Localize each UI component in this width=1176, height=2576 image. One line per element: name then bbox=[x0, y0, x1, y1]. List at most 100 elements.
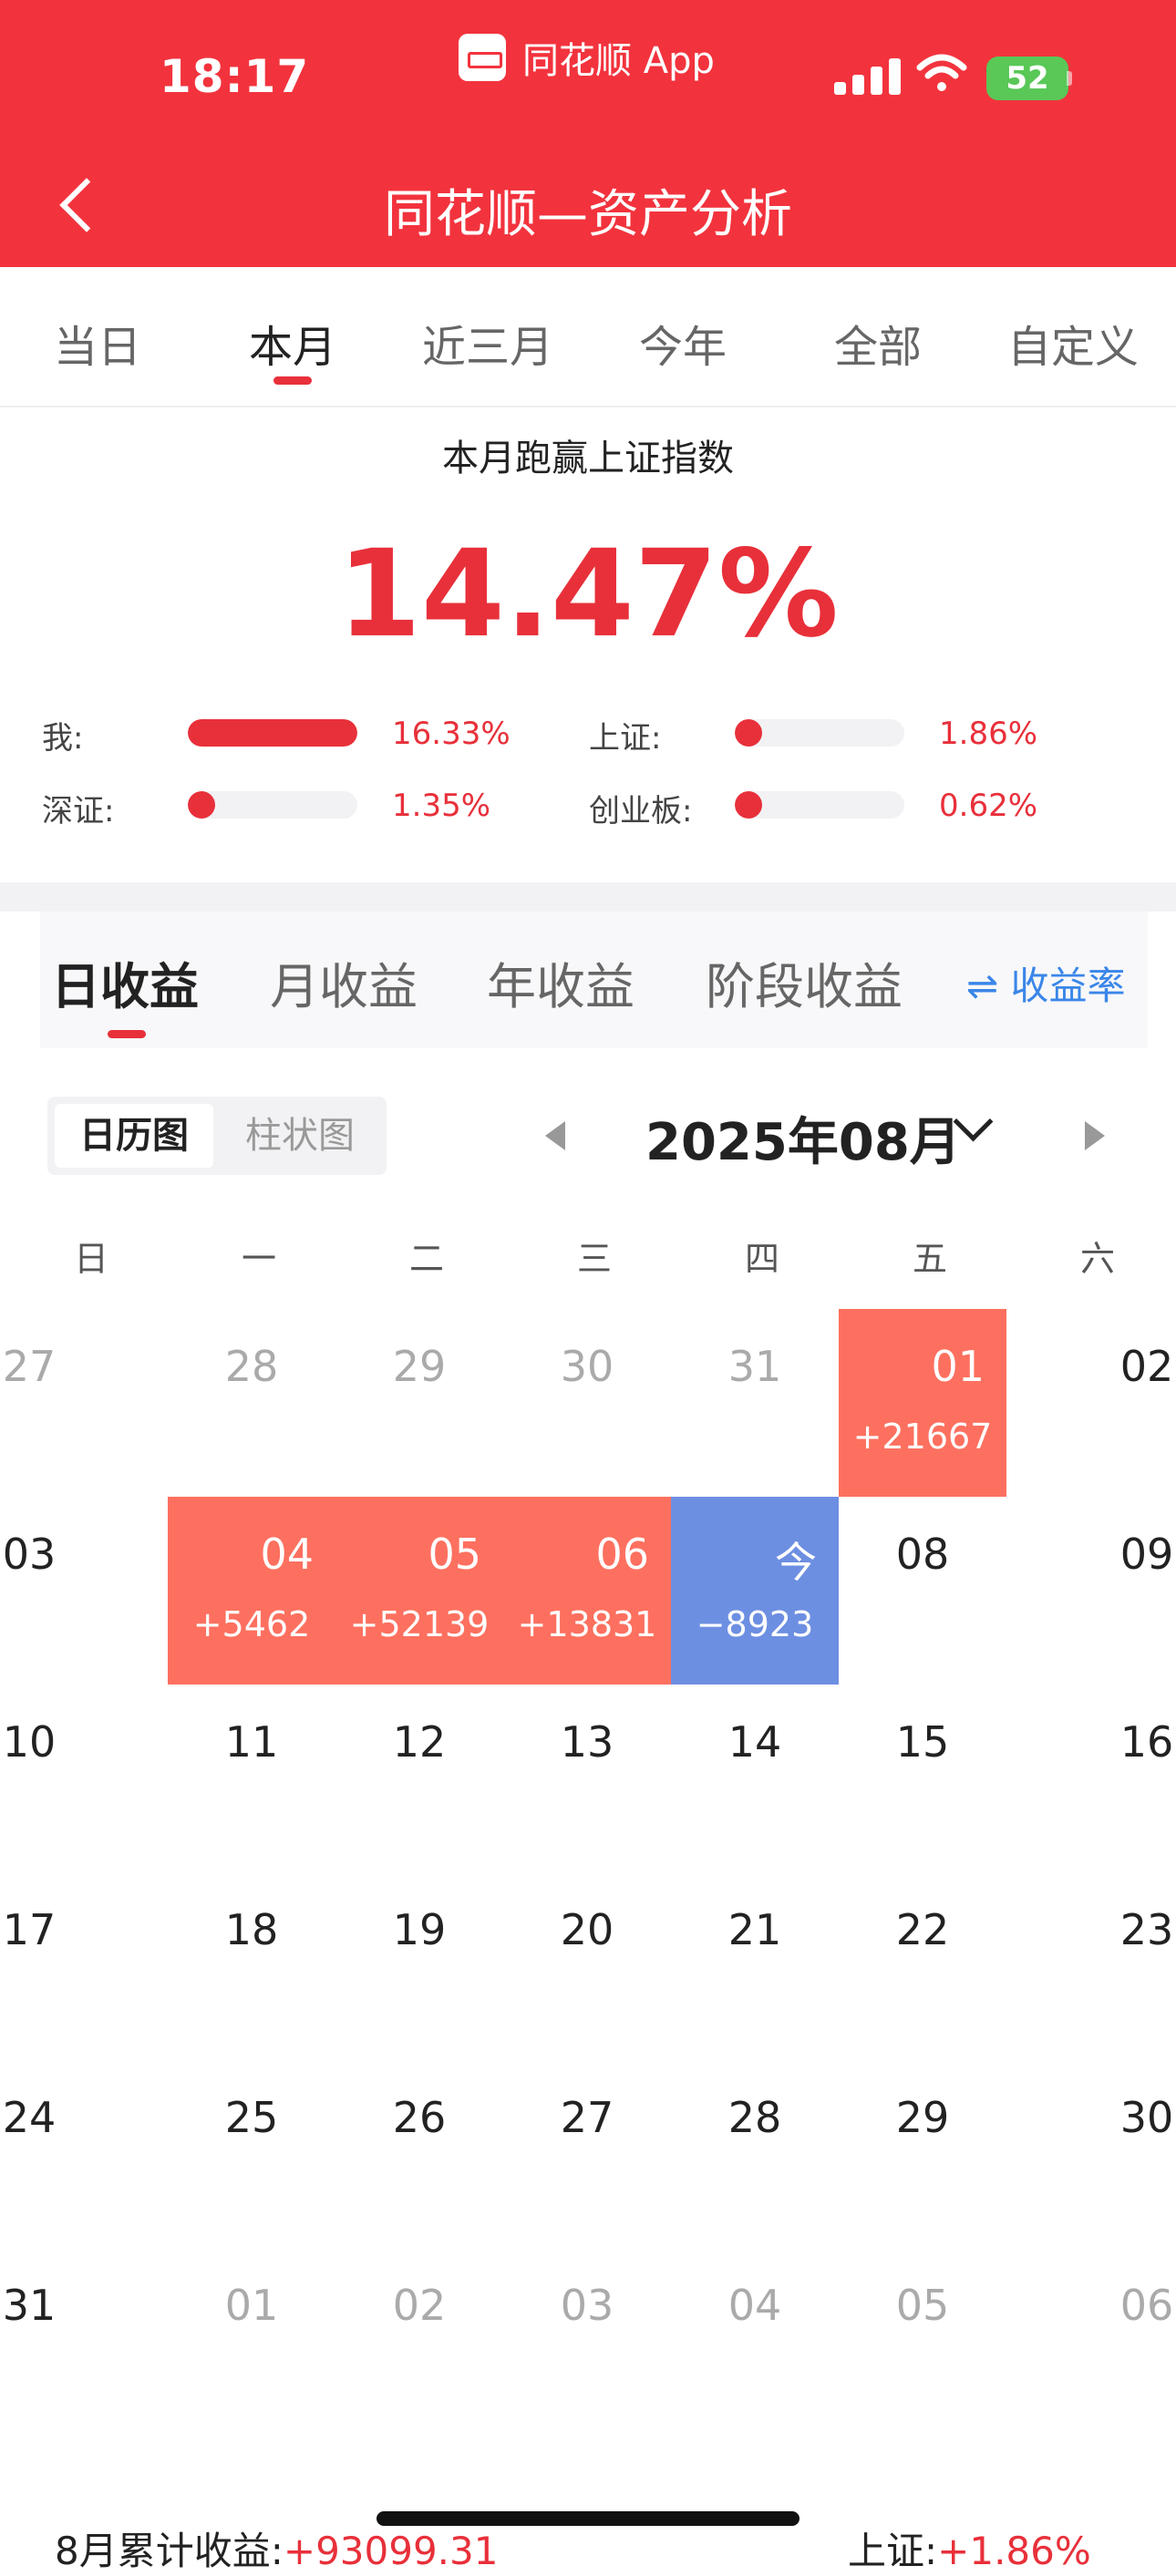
day-number: 05 bbox=[895, 2281, 950, 2330]
bar-value-me: 16.33% bbox=[392, 716, 511, 752]
calendar-day-cell[interactable]: 04 bbox=[671, 2248, 839, 2436]
bar-track-sse bbox=[735, 719, 904, 747]
day-income: −8923 bbox=[696, 1604, 814, 1644]
calendar-day-cell[interactable]: 08 bbox=[839, 1497, 1006, 1685]
day-number: 01 bbox=[931, 1342, 985, 1391]
day-number: 19 bbox=[392, 1905, 447, 1954]
calendar-view-button[interactable]: 日历图 bbox=[55, 1104, 213, 1168]
tab-this-year[interactable]: 今年 bbox=[585, 311, 780, 375]
bar-value-szse: 1.35% bbox=[392, 788, 491, 824]
day-number: 21 bbox=[727, 1905, 782, 1954]
bar-label-sse: 上证: bbox=[589, 720, 662, 757]
calendar-day-cell[interactable]: 30 bbox=[1008, 2060, 1176, 2248]
tab-today[interactable]: 当日 bbox=[0, 311, 195, 375]
bar-fill-me bbox=[188, 719, 357, 747]
calendar-day-cell[interactable]: 29 bbox=[335, 1309, 503, 1497]
day-number: 08 bbox=[895, 1530, 950, 1579]
calendar-day-cell[interactable]: 14 bbox=[671, 1685, 839, 1872]
day-number: 11 bbox=[224, 1717, 279, 1767]
calendar-day-cell[interactable]: 今 −8923 bbox=[671, 1497, 839, 1685]
page-title: 同花顺—资产分析 bbox=[384, 185, 792, 244]
day-number: 29 bbox=[392, 1342, 447, 1391]
calendar-day-cell[interactable]: 29 bbox=[839, 2060, 1006, 2248]
bar-fill-sse bbox=[735, 719, 762, 747]
calendar-day-cell[interactable]: 05 bbox=[839, 2248, 1006, 2436]
bar-label-me: 我: bbox=[42, 720, 84, 757]
bar-value-sse: 1.86% bbox=[939, 716, 1038, 752]
calendar-day-cell[interactable]: 26 bbox=[335, 2060, 503, 2248]
tab-custom[interactable]: 自定义 bbox=[975, 311, 1171, 375]
calendar-day-cell[interactable]: 27 bbox=[503, 2060, 671, 2248]
day-number: 26 bbox=[392, 2093, 447, 2142]
calendar-day-cell[interactable]: 09 bbox=[1008, 1497, 1176, 1685]
calendar-day-cell[interactable]: 21 bbox=[671, 1872, 839, 2060]
calendar-day-cell[interactable]: 28 bbox=[168, 1309, 335, 1497]
calendar-day-cell[interactable]: 28 bbox=[671, 2060, 839, 2248]
calendar-day-cell[interactable]: 18 bbox=[168, 1872, 335, 2060]
calendar-day-cell[interactable]: 13 bbox=[503, 1685, 671, 1872]
calendar-day-cell[interactable]: 22 bbox=[839, 1872, 1006, 2060]
calendar-day-cell[interactable]: 15 bbox=[839, 1685, 1006, 1872]
view-toggle: 日历图 柱状图 bbox=[47, 1097, 387, 1175]
tab-all[interactable]: 全部 bbox=[780, 311, 975, 375]
day-number: 30 bbox=[560, 1342, 614, 1391]
tab-three-months[interactable]: 近三月 bbox=[390, 311, 585, 375]
calendar-day-cell[interactable]: 03 bbox=[503, 2248, 671, 2436]
tab-period-income[interactable]: 阶段收益 bbox=[706, 946, 903, 1018]
tab-yearly-income[interactable]: 年收益 bbox=[487, 946, 634, 1018]
day-number: 04 bbox=[727, 2281, 782, 2330]
calendar-day-cell[interactable]: 27 bbox=[0, 1309, 168, 1497]
tab-this-month[interactable]: 本月 bbox=[195, 311, 390, 375]
app-logo-icon bbox=[459, 34, 506, 81]
day-number: 14 bbox=[727, 1717, 782, 1767]
weekday-label: 日 bbox=[73, 1239, 108, 1279]
day-number: 04 bbox=[260, 1530, 314, 1579]
calendar-day-cell[interactable]: 20 bbox=[503, 1872, 671, 2060]
wifi-icon bbox=[916, 54, 967, 91]
calendar-day-cell[interactable]: 06 bbox=[1008, 2248, 1176, 2436]
calendar-day-cell[interactable]: 11 bbox=[168, 1685, 335, 1872]
calendar-day-cell[interactable]: 03 bbox=[0, 1497, 168, 1685]
weekday-label: 六 bbox=[1079, 1239, 1115, 1279]
calendar-day-cell[interactable]: 05 +52139 bbox=[335, 1497, 503, 1685]
calendar-day-cell[interactable]: 31 bbox=[671, 1309, 839, 1497]
weekday-label: 二 bbox=[408, 1239, 444, 1279]
day-number: 12 bbox=[392, 1717, 447, 1767]
calendar-day-cell[interactable]: 02 bbox=[335, 2248, 503, 2436]
bar-fill-chinext bbox=[735, 791, 762, 819]
calendar-day-cell[interactable]: 10 bbox=[0, 1685, 168, 1872]
outperform-percent: 14.47% bbox=[337, 524, 839, 665]
day-number: 05 bbox=[428, 1530, 481, 1579]
tab-monthly-income[interactable]: 月收益 bbox=[270, 946, 418, 1018]
calendar-day-cell[interactable]: 17 bbox=[0, 1872, 168, 2060]
calendar-day-cell[interactable]: 19 bbox=[335, 1872, 503, 2060]
calendar-day-cell[interactable]: 24 bbox=[0, 2060, 168, 2248]
next-month-icon[interactable] bbox=[1085, 1121, 1105, 1150]
calendar-day-cell[interactable]: 01 +21667 bbox=[839, 1309, 1006, 1497]
calendar-day-cell[interactable]: 02 bbox=[1008, 1309, 1176, 1497]
bar-view-button[interactable]: 柱状图 bbox=[221, 1104, 379, 1168]
day-number: 31 bbox=[2, 2281, 57, 2330]
calendar-day-cell[interactable]: 06 +13831 bbox=[503, 1497, 671, 1685]
calendar-day-cell[interactable]: 04 +5462 bbox=[168, 1497, 335, 1685]
weekday-label: 四 bbox=[744, 1239, 779, 1279]
calendar-day-cell[interactable]: 23 bbox=[1008, 1872, 1176, 2060]
calendar-day-cell[interactable]: 12 bbox=[335, 1685, 503, 1872]
prev-month-icon[interactable] bbox=[545, 1121, 565, 1150]
tab-daily-income[interactable]: 日收益 bbox=[51, 946, 199, 1018]
calendar-day-cell[interactable]: 01 bbox=[168, 2248, 335, 2436]
day-number: 17 bbox=[2, 1905, 57, 1954]
day-income: +5462 bbox=[192, 1604, 311, 1644]
day-number: 15 bbox=[895, 1717, 950, 1767]
day-number: 25 bbox=[224, 2093, 279, 2142]
day-number: 02 bbox=[392, 2281, 447, 2330]
yield-rate-toggle[interactable]: ⇌ 收益率 bbox=[966, 955, 1126, 1011]
calendar-day-cell[interactable]: 31 bbox=[0, 2248, 168, 2436]
month-picker[interactable]: 2025年08月 bbox=[645, 1101, 961, 1175]
income-tab-indicator bbox=[108, 1030, 146, 1038]
day-number: 31 bbox=[727, 1342, 782, 1391]
calendar-day-cell[interactable]: 30 bbox=[503, 1309, 671, 1497]
calendar-day-cell[interactable]: 25 bbox=[168, 2060, 335, 2248]
weekday-label: 三 bbox=[576, 1239, 612, 1279]
calendar-day-cell[interactable]: 16 bbox=[1008, 1685, 1176, 1872]
